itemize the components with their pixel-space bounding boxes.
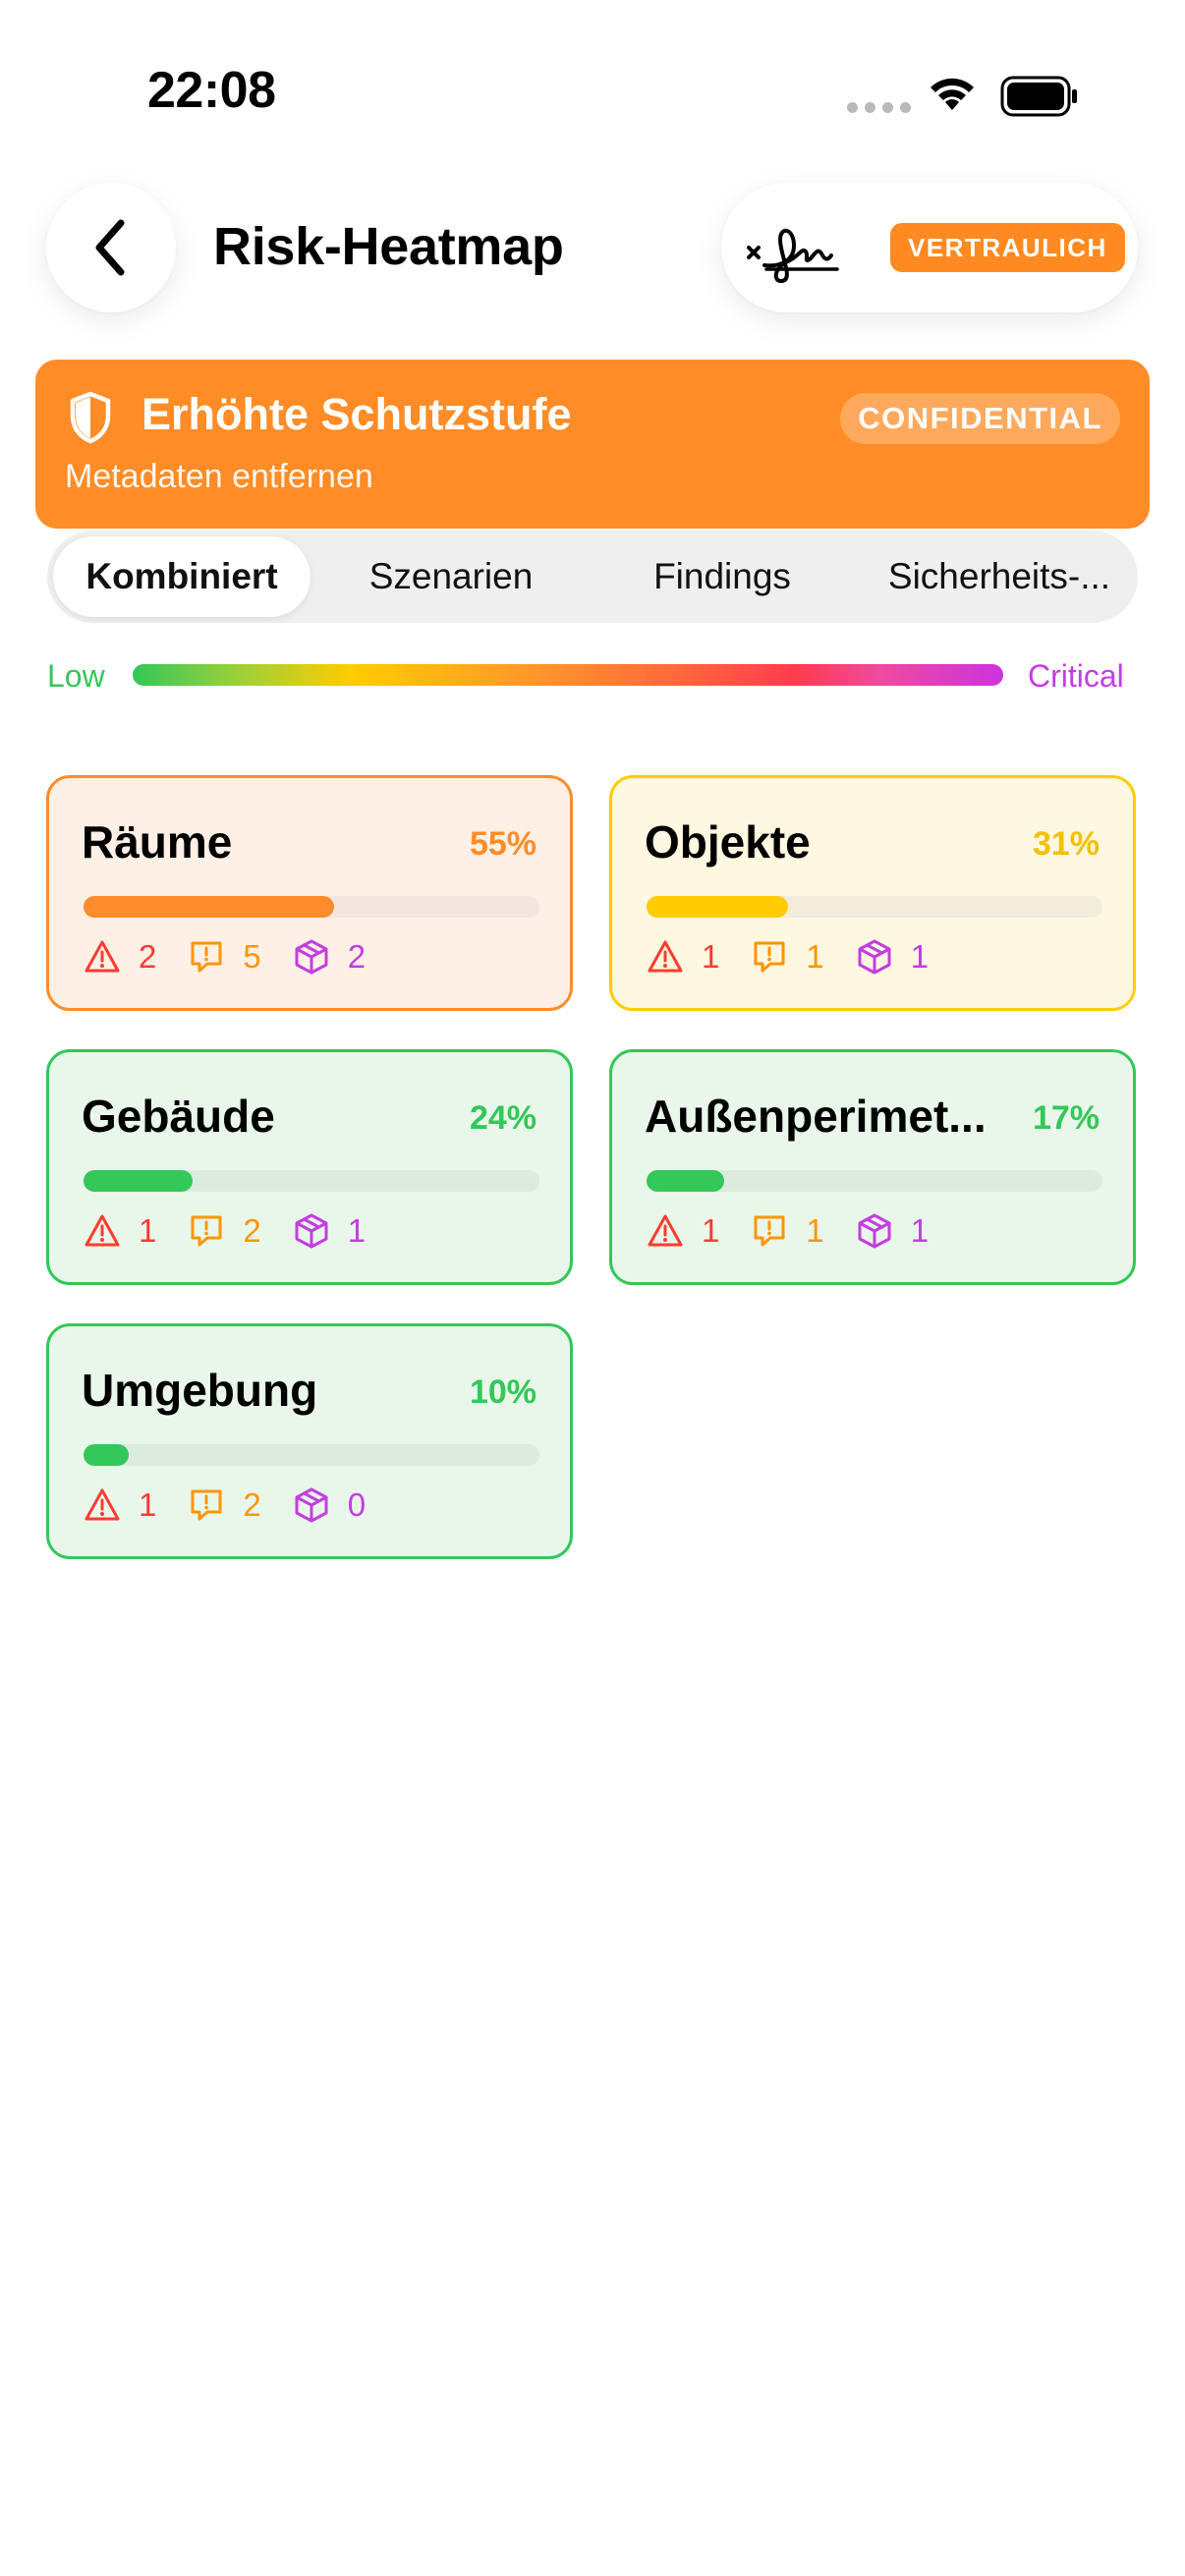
back-chevron-icon	[95, 219, 125, 276]
card-title: Gebäude	[82, 1091, 275, 1142]
exclamation-bubble-icon	[191, 941, 222, 973]
findings-count: 1	[806, 938, 824, 975]
heatmap-card-objekte[interactable]: Objekte 31% 1 1 1	[609, 775, 1136, 1011]
objects-count: 1	[910, 938, 930, 975]
card-stats: 1 1 1	[647, 935, 960, 979]
status-bar: 22:08	[0, 0, 1185, 177]
status-time: 22:08	[147, 62, 276, 119]
card-title: Umgebung	[82, 1365, 318, 1416]
objects-count: 2	[347, 938, 367, 975]
warning-triangle-icon	[85, 1488, 120, 1521]
cube-icon	[858, 939, 891, 975]
warning-triangle-icon	[648, 940, 683, 973]
card-percent: 55%	[469, 825, 536, 863]
card-stats: 2 5 2	[84, 935, 397, 979]
warning-triangle-icon	[648, 1214, 683, 1247]
legend-low-label: Low	[47, 658, 105, 694]
signature-icon[interactable]	[743, 208, 851, 287]
warnings-count: 1	[702, 938, 720, 975]
warnings-count: 1	[139, 1486, 157, 1523]
cube-icon	[295, 1487, 328, 1523]
card-progress-fill	[84, 896, 335, 918]
warnings-count: 2	[139, 938, 157, 975]
warnings-count: 1	[702, 1212, 720, 1249]
card-percent: 24%	[469, 1099, 536, 1137]
wifi-icon	[931, 78, 974, 110]
banner-title: Erhöhte Schutzstufe	[141, 389, 572, 439]
card-progress-fill	[647, 896, 788, 918]
card-progress-track	[84, 896, 539, 918]
heatmap-card-aussenperimeter[interactable]: Außenperimet... 17% 1 1 1	[609, 1049, 1136, 1285]
tab-szenarien[interactable]: Szenarien	[322, 536, 580, 617]
exclamation-bubble-icon	[191, 1215, 222, 1247]
confidentiality-badge: VERTRAULICH	[890, 223, 1125, 272]
cube-icon	[295, 939, 328, 975]
view-tabs: Kombiniert Szenarien Findings Sicherheit…	[47, 531, 1138, 623]
card-title: Räume	[82, 816, 233, 868]
card-progress-fill	[647, 1170, 724, 1192]
findings-count: 2	[243, 1486, 261, 1523]
card-progress-track	[84, 1444, 539, 1466]
cube-icon	[858, 1213, 891, 1249]
legend-critical-label: Critical	[1028, 658, 1124, 694]
tab-findings[interactable]: Findings	[593, 536, 851, 617]
card-stats: 1 2 1	[84, 1209, 397, 1253]
card-stats: 1 1 1	[647, 1209, 960, 1253]
findings-count: 2	[243, 1212, 261, 1249]
tab-sicherheits[interactable]: Sicherheits-...	[865, 536, 1134, 617]
card-title: Objekte	[645, 816, 811, 868]
objects-count: 1	[347, 1212, 367, 1249]
findings-count: 1	[806, 1212, 824, 1249]
heatmap-card-umgebung[interactable]: Umgebung 10% 1 2 0	[46, 1323, 573, 1559]
card-progress-track	[647, 896, 1102, 918]
header-actions: VERTRAULICH	[721, 183, 1138, 312]
back-button[interactable]	[46, 183, 176, 312]
findings-count: 5	[243, 938, 261, 975]
card-percent: 17%	[1032, 1099, 1100, 1137]
card-stats: 1 2 0	[84, 1484, 397, 1527]
protection-banner: Erhöhte Schutzstufe Metadaten entfernen …	[35, 360, 1150, 529]
card-percent: 10%	[469, 1373, 536, 1411]
banner-subtitle: Metadaten entfernen	[65, 458, 373, 495]
tab-kombiniert[interactable]: Kombiniert	[53, 536, 310, 617]
exclamation-bubble-icon	[754, 1215, 785, 1247]
warning-triangle-icon	[85, 940, 120, 973]
risk-gradient-bar	[133, 664, 1003, 686]
exclamation-bubble-icon	[191, 1489, 222, 1521]
card-progress-track	[647, 1170, 1102, 1192]
confidential-badge: CONFIDENTIAL	[840, 393, 1120, 444]
objects-count: 1	[910, 1212, 930, 1249]
heatmap-card-raeume[interactable]: Räume 55% 2 5 2	[46, 775, 573, 1011]
card-progress-track	[84, 1170, 539, 1192]
cube-icon	[295, 1213, 328, 1249]
warnings-count: 1	[139, 1212, 157, 1249]
objects-count: 0	[347, 1486, 367, 1523]
heatmap-card-gebaeude[interactable]: Gebäude 24% 1 2 1	[46, 1049, 573, 1285]
warning-triangle-icon	[85, 1214, 120, 1247]
exclamation-bubble-icon	[754, 941, 785, 973]
card-progress-fill	[84, 1170, 194, 1192]
signal-icon	[847, 102, 911, 113]
battery-icon	[1000, 76, 1077, 117]
card-progress-fill	[84, 1444, 130, 1466]
screen: 22:08 Risk-Heatmap VERTRAULICH Erhöhte S…	[0, 0, 1185, 2576]
card-title: Außenperimet...	[645, 1091, 987, 1142]
shield-icon	[70, 391, 111, 444]
page-title: Risk-Heatmap	[213, 217, 564, 276]
card-percent: 31%	[1032, 825, 1100, 863]
